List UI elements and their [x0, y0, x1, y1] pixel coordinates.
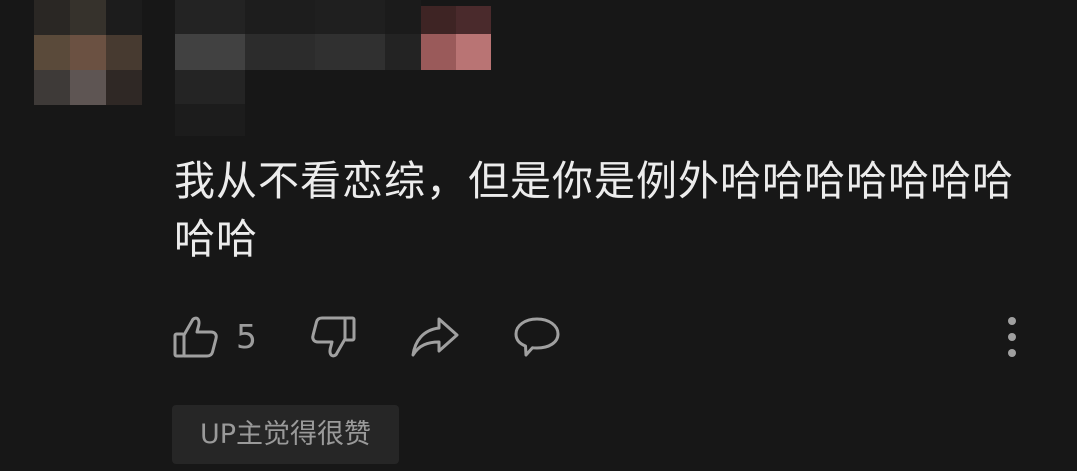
thumbs-up-icon[interactable]: [172, 313, 220, 361]
vertical-ellipsis-icon[interactable]: [1002, 315, 1022, 361]
avatar[interactable]: [34, 0, 142, 105]
share-arrow-icon[interactable]: [410, 315, 460, 359]
speech-bubble-icon[interactable]: [513, 315, 561, 359]
up-liked-badge: UP主觉得很赞: [172, 405, 399, 464]
comment-text: 我从不看恋综，但是你是例外哈哈哈哈哈哈哈哈哈: [174, 157, 1014, 263]
like-count: 5: [236, 317, 257, 356]
action-bar: 5: [0, 305, 1077, 369]
thumbs-down-icon[interactable]: [309, 313, 357, 361]
comment-item: 我从不看恋综，但是你是例外哈哈哈哈哈哈哈哈哈 5 UP主觉得很赞: [0, 0, 1077, 471]
username[interactable]: [175, 0, 491, 136]
